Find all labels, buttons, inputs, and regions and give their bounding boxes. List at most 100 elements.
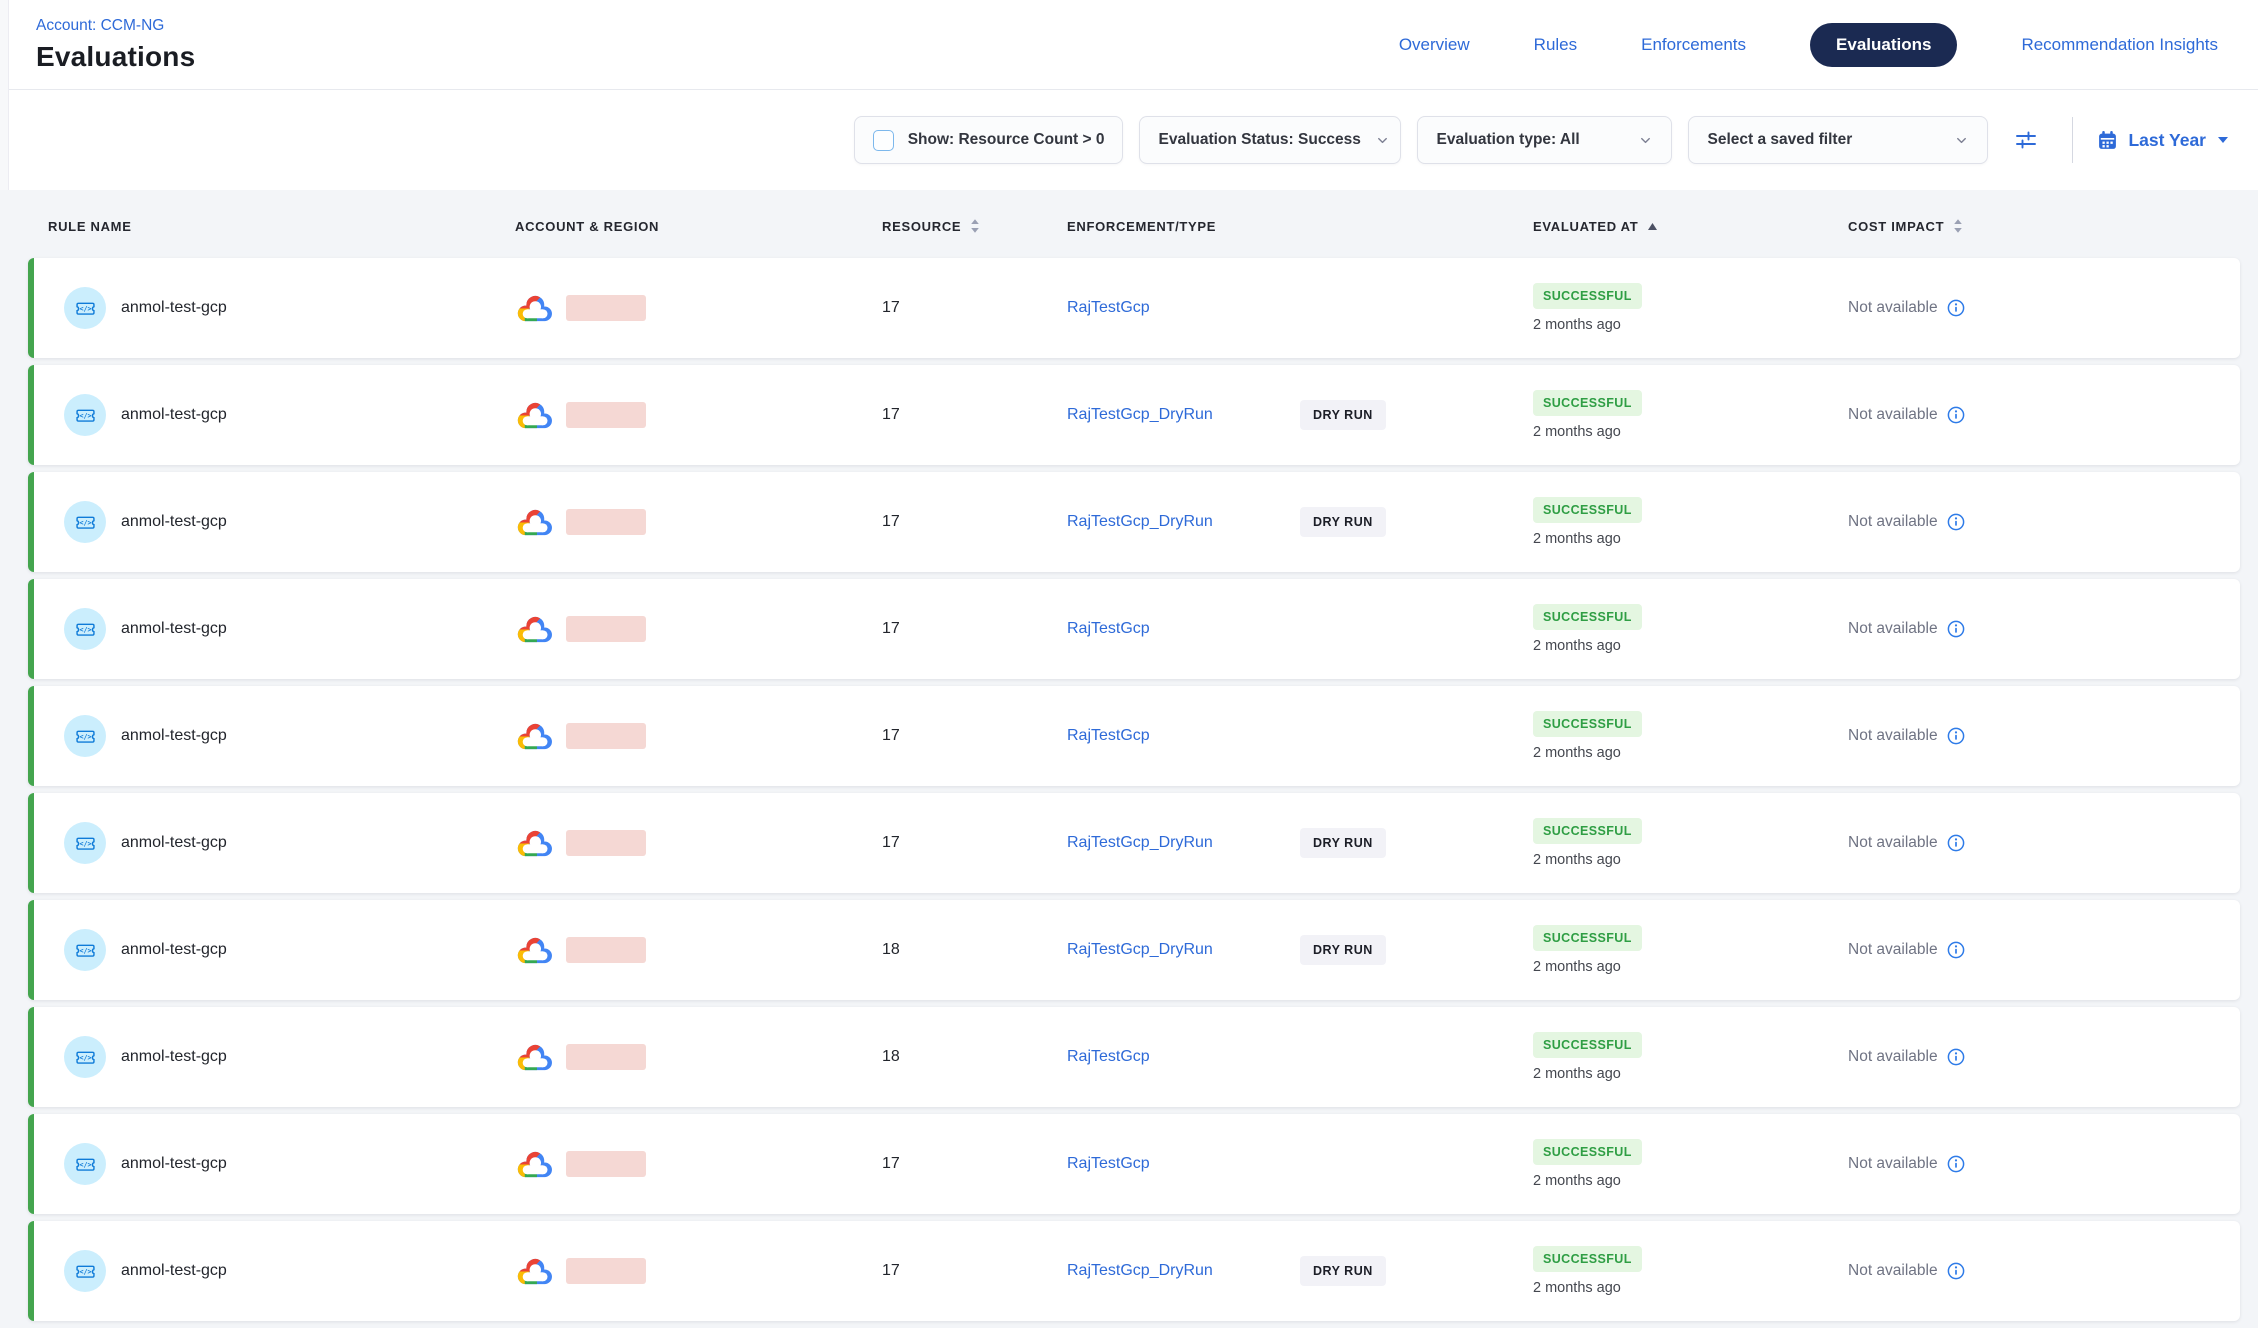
info-icon[interactable]: [1947, 1262, 1965, 1280]
rule-name-cell: </> anmol-test-gcp: [34, 1036, 515, 1078]
enforcement-link[interactable]: RajTestGcp_DryRun: [1067, 406, 1213, 423]
enforcement-cell: RajTestGcp: [1045, 1155, 1505, 1173]
status-badge: SUCCESSFUL: [1533, 818, 1642, 844]
governance-rule-icon: </>: [64, 608, 106, 650]
enforcement-link[interactable]: RajTestGcp: [1067, 299, 1150, 316]
sort-both-icon[interactable]: [970, 218, 980, 234]
table-row[interactable]: </> anmol-test-gcp: [28, 1007, 2240, 1107]
governance-rule-icon: </>: [64, 715, 106, 757]
rule-name: anmol-test-gcp: [121, 727, 227, 745]
status-badge: SUCCESSFUL: [1533, 497, 1642, 523]
svg-text:</>: </>: [79, 625, 91, 633]
info-icon[interactable]: [1947, 1048, 1965, 1066]
page-title: Evaluations: [36, 41, 195, 73]
evaluated-at-cell: SUCCESSFUL 2 months ago: [1505, 711, 1825, 761]
redacted-account-id: [566, 1151, 646, 1177]
info-icon[interactable]: [1947, 941, 1965, 959]
status-badge: SUCCESSFUL: [1533, 1032, 1642, 1058]
column-header-evaluated-at[interactable]: EVALUATED AT: [1505, 219, 1825, 234]
enforcement-link[interactable]: RajTestGcp_DryRun: [1067, 513, 1213, 530]
top-nav: Overview Rules Enforcements Evaluations …: [1399, 23, 2218, 67]
info-icon[interactable]: [1947, 513, 1965, 531]
saved-filter-dropdown[interactable]: Select a saved filter: [1688, 116, 1988, 164]
sort-both-icon[interactable]: [1953, 218, 1963, 234]
cost-impact-value: Not available: [1848, 513, 1938, 531]
enforcement-link[interactable]: RajTestGcp_DryRun: [1067, 941, 1213, 958]
redacted-account-id: [566, 295, 646, 321]
dry-run-badge: DRY RUN: [1300, 1256, 1386, 1286]
evaluation-type-value: Evaluation type: All: [1436, 131, 1579, 149]
evaluated-time: 2 months ago: [1533, 959, 1621, 975]
status-badge: SUCCESSFUL: [1533, 711, 1642, 737]
info-icon[interactable]: [1947, 620, 1965, 638]
resource-count-checkbox[interactable]: [873, 130, 894, 151]
enforcement-link[interactable]: RajTestGcp: [1067, 620, 1150, 637]
sort-ascending-icon[interactable]: [1647, 222, 1658, 231]
filter-settings-button[interactable]: [2004, 118, 2048, 162]
info-icon[interactable]: [1947, 299, 1965, 317]
nav-tab-overview[interactable]: Overview: [1399, 35, 1470, 55]
column-header-resource[interactable]: RESOURCE: [860, 218, 1045, 234]
dry-run-badge: DRY RUN: [1300, 828, 1386, 858]
nav-tab-rules[interactable]: Rules: [1534, 35, 1577, 55]
column-header-cost-impact[interactable]: COST IMPACT: [1825, 218, 2240, 234]
nav-tab-recommendation-insights[interactable]: Recommendation Insights: [2021, 35, 2218, 55]
gcp-cloud-icon: [515, 935, 554, 966]
enforcement-link[interactable]: RajTestGcp: [1067, 1048, 1150, 1065]
table-row[interactable]: </> anmol-test-gcp: [28, 472, 2240, 572]
evaluation-type-dropdown[interactable]: Evaluation type: All: [1417, 116, 1672, 164]
nav-tab-enforcements[interactable]: Enforcements: [1641, 35, 1746, 55]
evaluated-at-cell: SUCCESSFUL 2 months ago: [1505, 390, 1825, 440]
info-icon[interactable]: [1947, 727, 1965, 745]
status-badge: SUCCESSFUL: [1533, 1139, 1642, 1165]
date-range-value: Last Year: [2128, 130, 2206, 151]
resource-count-filter-toggle[interactable]: Show: Resource Count > 0: [854, 116, 1124, 164]
enforcement-link[interactable]: RajTestGcp: [1067, 727, 1150, 744]
resource-count-cell: 17: [860, 1155, 1045, 1173]
enforcement-link[interactable]: RajTestGcp_DryRun: [1067, 1262, 1213, 1279]
table-row[interactable]: </> anmol-test-gcp: [28, 1114, 2240, 1214]
evaluation-status-dropdown[interactable]: Evaluation Status: Success: [1139, 116, 1401, 164]
table-row[interactable]: </> anmol-test-gcp: [28, 686, 2240, 786]
account-region-cell: [515, 828, 860, 859]
info-icon[interactable]: [1947, 834, 1965, 852]
governance-rule-icon: </>: [64, 1143, 106, 1185]
cost-impact-cell: Not available: [1825, 1048, 2240, 1066]
column-header-rule-name[interactable]: RULE NAME: [48, 219, 515, 234]
table-row[interactable]: </> anmol-test-gcp: [28, 579, 2240, 679]
table-row[interactable]: </> anmol-test-gcp: [28, 900, 2240, 1000]
nav-tab-evaluations-active[interactable]: Evaluations: [1810, 23, 1957, 67]
rule-name-cell: </> anmol-test-gcp: [34, 608, 515, 650]
enforcement-link[interactable]: RajTestGcp_DryRun: [1067, 834, 1213, 851]
cost-impact-cell: Not available: [1825, 1262, 2240, 1280]
saved-filter-placeholder: Select a saved filter: [1707, 131, 1852, 149]
svg-text:</>: </>: [79, 1053, 91, 1061]
date-range-picker[interactable]: Last Year: [2097, 130, 2230, 151]
table-row[interactable]: </> anmol-test-gcp: [28, 258, 2240, 358]
resource-count-cell: 17: [860, 406, 1045, 424]
redacted-account-id: [566, 509, 646, 535]
table-row[interactable]: </> anmol-test-gcp: [28, 1221, 2240, 1321]
rule-name-cell: </> anmol-test-gcp: [34, 715, 515, 757]
resource-count-cell: 18: [860, 1048, 1045, 1066]
column-header-enforcement-type[interactable]: ENFORCEMENT/TYPE: [1045, 219, 1505, 234]
redacted-account-id: [566, 402, 646, 428]
status-badge: SUCCESSFUL: [1533, 390, 1642, 416]
info-icon[interactable]: [1947, 406, 1965, 424]
table-header-row: RULE NAME ACCOUNT & REGION RESOURCE ENFO…: [48, 190, 2240, 258]
column-header-account-region[interactable]: ACCOUNT & REGION: [515, 219, 860, 234]
breadcrumb-account-link[interactable]: Account: CCM-NG: [36, 17, 195, 35]
enforcement-cell: RajTestGcp: [1045, 1048, 1505, 1066]
table-row[interactable]: </> anmol-test-gcp: [28, 793, 2240, 893]
info-icon[interactable]: [1947, 1155, 1965, 1173]
gcp-cloud-icon: [515, 293, 554, 324]
evaluated-at-cell: SUCCESSFUL 2 months ago: [1505, 818, 1825, 868]
table-row[interactable]: </> anmol-test-gcp: [28, 365, 2240, 465]
governance-rule-icon: </>: [64, 394, 106, 436]
resource-count-label: Show: Resource Count > 0: [908, 131, 1105, 149]
chevron-down-icon: [1375, 133, 1390, 148]
svg-text:</>: </>: [79, 946, 91, 954]
status-badge: SUCCESSFUL: [1533, 1246, 1642, 1272]
enforcement-link[interactable]: RajTestGcp: [1067, 1155, 1150, 1172]
gcp-cloud-icon: [515, 1042, 554, 1073]
